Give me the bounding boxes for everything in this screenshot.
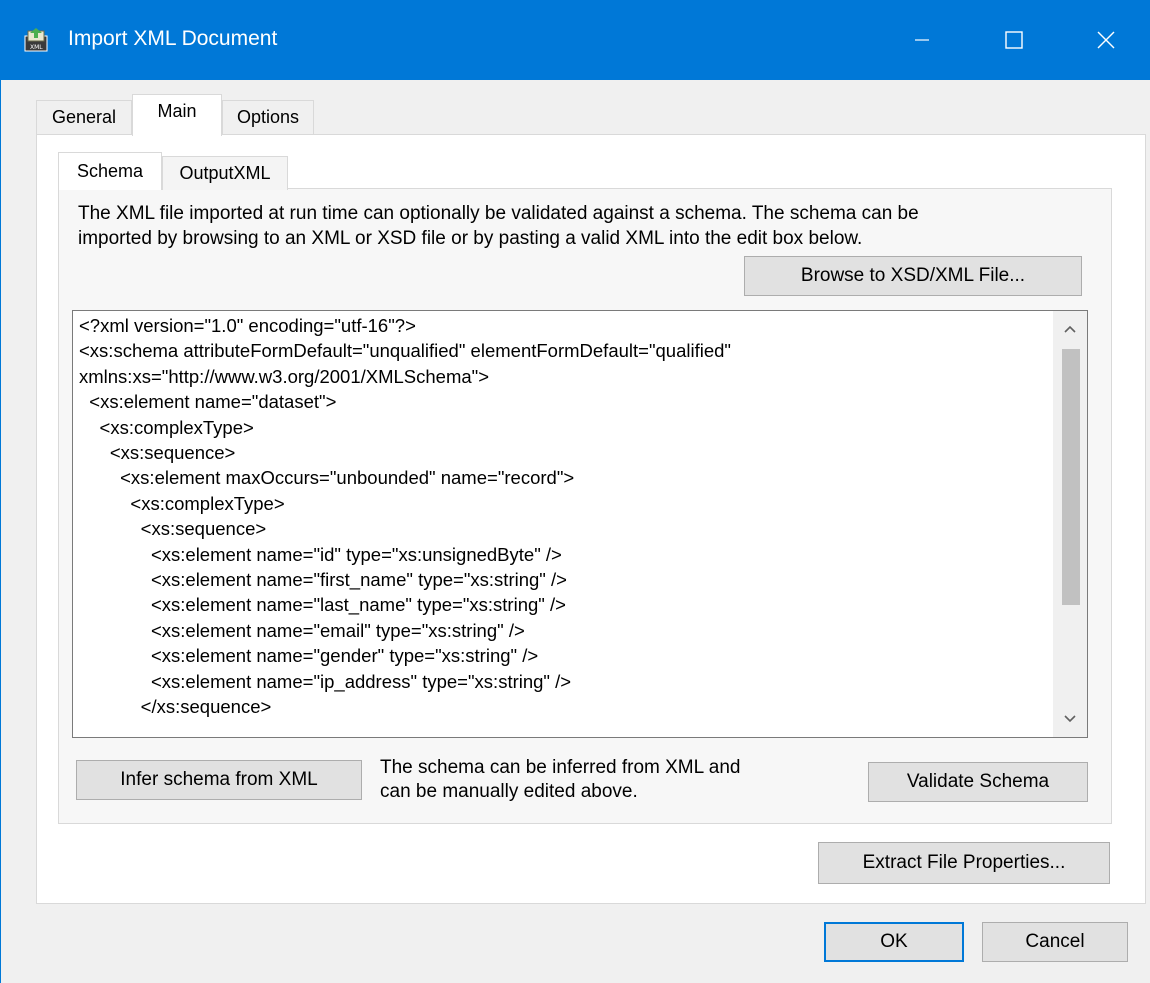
editor-line: <xs:element name="email" type="xs:string… xyxy=(79,619,525,641)
editor-line: </xs:sequence> xyxy=(79,696,272,718)
editor-line: <xs:schema attributeFormDefault="unquali… xyxy=(79,340,731,362)
editor-line: <?xml version="1.0" encoding="utf-16"?> xyxy=(79,315,416,336)
title-bar: XML Import XML Document xyxy=(0,0,1150,80)
chevron-up-icon xyxy=(1064,325,1076,333)
tab-main[interactable]: Main xyxy=(132,94,222,136)
close-icon xyxy=(1097,31,1115,49)
editor-line: <xs:complexType> xyxy=(79,492,285,514)
extract-file-properties-button[interactable]: Extract File Properties... xyxy=(818,842,1110,884)
editor-line: xmlns:xs="http://www.w3.org/2001/XMLSche… xyxy=(79,365,490,387)
import-xml-icon: XML xyxy=(24,28,50,52)
infer-note: The schema can be inferred from XML and … xyxy=(380,756,840,804)
ok-button[interactable]: OK xyxy=(824,922,964,962)
tab-outputxml[interactable]: OutputXML xyxy=(162,156,288,190)
editor-line: <xs:complexType> xyxy=(79,416,254,438)
scroll-thumb[interactable] xyxy=(1062,349,1080,605)
close-button[interactable] xyxy=(1060,0,1150,80)
editor-line: <xs:sequence> xyxy=(79,518,267,540)
editor-line: <xs:element maxOccurs="unbounded" name="… xyxy=(79,467,575,489)
editor-line: <xs:element name="last_name" type="xs:st… xyxy=(79,594,566,616)
browse-xsd-xml-button[interactable]: Browse to XSD/XML File... xyxy=(744,256,1082,296)
infer-note-line: The schema can be inferred from XML and xyxy=(380,757,741,778)
tab-options[interactable]: Options xyxy=(222,100,314,134)
minimize-button[interactable] xyxy=(876,0,968,80)
schema-editor-text[interactable]: <?xml version="1.0" encoding="utf-16"?> <… xyxy=(79,313,1049,720)
minimize-icon xyxy=(915,39,929,41)
editor-line: <xs:element name="dataset"> xyxy=(79,391,337,413)
chevron-down-icon xyxy=(1064,715,1076,723)
scroll-down-button[interactable] xyxy=(1053,701,1087,737)
maximize-button[interactable] xyxy=(968,0,1060,80)
editor-line: <xs:element name="id" type="xs:unsignedB… xyxy=(79,543,562,565)
cancel-button[interactable]: Cancel xyxy=(982,922,1128,962)
window-title: Import XML Document xyxy=(68,27,278,50)
editor-line: <xs:element name="gender" type="xs:strin… xyxy=(79,645,539,667)
editor-line: <xs:element name="ip_address" type="xs:s… xyxy=(79,670,572,692)
scroll-up-button[interactable] xyxy=(1053,311,1087,347)
tab-schema[interactable]: Schema xyxy=(58,152,162,190)
schema-editor[interactable]: <?xml version="1.0" encoding="utf-16"?> <… xyxy=(72,310,1088,738)
validate-schema-button[interactable]: Validate Schema xyxy=(868,762,1088,802)
tab-general[interactable]: General xyxy=(36,100,132,134)
schema-description-line: imported by browsing to an XML or XSD fi… xyxy=(78,228,863,249)
svg-text:XML: XML xyxy=(30,44,43,51)
schema-description: The XML file imported at run time can op… xyxy=(78,201,1088,251)
infer-note-line: can be manually edited above. xyxy=(380,781,638,802)
infer-schema-button[interactable]: Infer schema from XML xyxy=(76,760,362,800)
schema-description-line: The XML file imported at run time can op… xyxy=(78,203,919,224)
editor-line: <xs:element name="first_name" type="xs:s… xyxy=(79,569,567,591)
maximize-icon xyxy=(1005,31,1023,49)
editor-line: <xs:sequence> xyxy=(79,442,236,464)
editor-scrollbar[interactable] xyxy=(1053,311,1087,737)
